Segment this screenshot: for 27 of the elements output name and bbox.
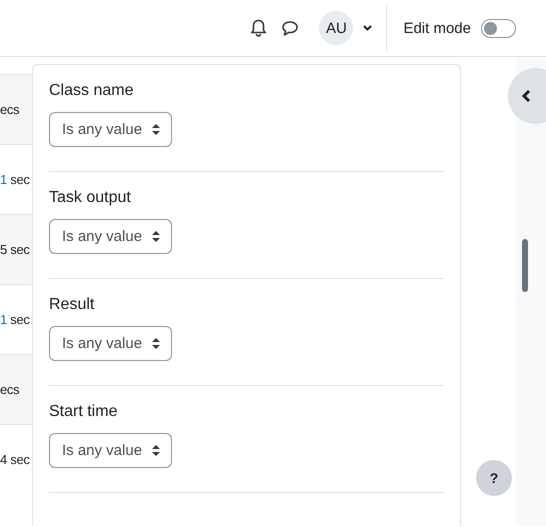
filter-label: Task output <box>49 189 131 207</box>
filter-dropdown[interactable]: Is any value <box>49 433 172 468</box>
sort-arrows-icon <box>152 231 160 242</box>
filter-dropdown[interactable]: Is any value <box>49 326 172 361</box>
user-avatar[interactable]: AU <box>319 11 354 45</box>
filter-label: Class name <box>49 82 134 100</box>
edit-mode-label: Edit mode <box>403 20 471 36</box>
filter-dropdown[interactable]: Is any value <box>49 112 172 147</box>
caret-down-icon[interactable] <box>363 25 372 31</box>
duration-cell-text: 4 sec <box>0 452 30 467</box>
duration-cell-text: 1 sec <box>0 312 30 327</box>
chevron-left-icon <box>521 89 531 103</box>
chat-bubble-icon[interactable] <box>281 20 300 36</box>
sort-arrows-icon <box>152 124 160 135</box>
duration-cell-text: ecs <box>0 382 20 397</box>
scrollbar-thumb[interactable] <box>522 239 528 292</box>
duration-cell-text: 5 sec <box>0 242 30 257</box>
help-button[interactable]: ? <box>476 460 512 496</box>
notification-bell-icon[interactable] <box>250 19 268 37</box>
filter-label: Result <box>49 296 94 314</box>
sort-arrows-icon <box>152 338 160 349</box>
filter-dropdown[interactable]: Is any value <box>49 219 172 254</box>
sort-arrows-icon <box>152 445 160 456</box>
edit-mode-toggle[interactable] <box>481 18 516 38</box>
duration-cell-text: ecs <box>0 102 20 117</box>
duration-cell-text: 1 sec <box>0 172 30 187</box>
filter-label: Start time <box>49 403 118 421</box>
